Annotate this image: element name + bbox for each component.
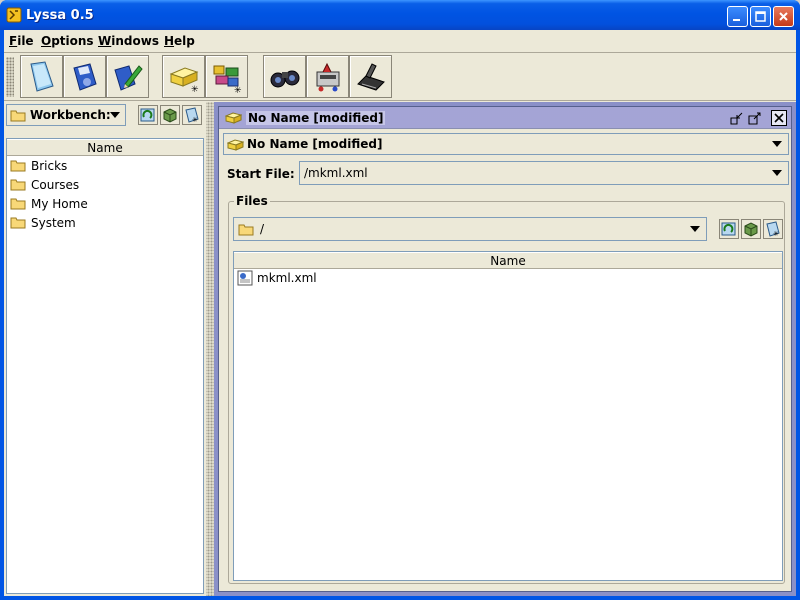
menu-file[interactable]: File xyxy=(9,34,34,48)
project-combo[interactable]: No Name [modified] xyxy=(223,133,789,155)
svg-text:✳: ✳ xyxy=(192,116,198,123)
save-disk-icon xyxy=(72,62,97,91)
files-list[interactable]: Name mkml.xml xyxy=(233,251,783,581)
menu-windows[interactable]: Windows xyxy=(98,34,159,48)
frame-close-button[interactable] xyxy=(771,110,787,126)
menu-bar: File Options Windows Help xyxy=(4,30,796,52)
scan-button[interactable] xyxy=(349,55,392,98)
xml-file-icon xyxy=(237,270,253,286)
split-pane-divider[interactable] xyxy=(206,102,214,596)
new-brick-button[interactable]: ✳ xyxy=(162,55,205,98)
minimize-button[interactable] xyxy=(727,6,748,27)
package-icon xyxy=(744,222,758,237)
chevron-down-icon xyxy=(772,170,782,176)
tree-item-label: Bricks xyxy=(31,158,68,173)
new-brick-icon: ✳ xyxy=(169,66,199,94)
file-name: mkml.xml xyxy=(257,271,317,285)
refresh-icon xyxy=(721,222,736,236)
edit-disk-icon xyxy=(113,64,143,91)
chevron-down-icon xyxy=(110,112,120,118)
brick-icon xyxy=(227,138,244,151)
path-combo[interactable]: / xyxy=(233,217,707,241)
folder-icon xyxy=(10,217,26,229)
refresh-button[interactable] xyxy=(138,105,158,125)
name-column-header[interactable]: Name xyxy=(7,139,203,156)
new-item-icon: ✳ xyxy=(766,221,780,237)
files-refresh-button[interactable] xyxy=(719,219,739,239)
tree-item-bricks[interactable]: Bricks xyxy=(7,156,203,175)
start-file-combo[interactable]: /mkml.xml xyxy=(299,161,789,185)
start-file-value: /mkml.xml xyxy=(304,166,368,180)
new-document-icon xyxy=(29,60,54,92)
tree-item-label: Courses xyxy=(31,177,80,192)
workbench-tree[interactable]: Name Bricks Courses My Home System xyxy=(6,138,204,594)
restore-button[interactable] xyxy=(747,110,763,126)
tree-item-my-home[interactable]: My Home xyxy=(7,194,203,213)
toolbar: ✳ ✳ xyxy=(4,53,796,101)
project-internal-frame: No Name [modified] No Name [modified] St… xyxy=(218,106,792,592)
refresh-icon xyxy=(140,108,155,122)
svg-text:✳: ✳ xyxy=(191,85,199,94)
folder-icon xyxy=(10,160,26,172)
folder-icon xyxy=(10,110,26,122)
save-button[interactable] xyxy=(63,55,106,98)
workbench-panel: Workbench: ✳ Name Bricks Courses My Home… xyxy=(4,102,206,596)
iconify-button[interactable] xyxy=(729,110,745,126)
find-binoculars-icon xyxy=(270,70,299,87)
build-button[interactable] xyxy=(306,55,349,98)
package-icon xyxy=(163,108,177,123)
internal-frame-title: No Name [modified] xyxy=(246,111,386,125)
internal-frame-title-bar[interactable]: No Name [modified] xyxy=(219,107,791,129)
chevron-down-icon xyxy=(772,141,782,147)
new-item-button[interactable]: ✳ xyxy=(182,105,202,125)
close-button[interactable] xyxy=(773,6,794,27)
files-package-button[interactable] xyxy=(741,219,761,239)
scanner-icon xyxy=(356,62,385,91)
find-button[interactable] xyxy=(263,55,306,98)
brick-icon xyxy=(225,112,242,124)
new-item-icon: ✳ xyxy=(185,107,199,123)
package-button[interactable] xyxy=(160,105,180,125)
lyssa-app-icon xyxy=(6,7,22,23)
files-new-button[interactable]: ✳ xyxy=(763,219,783,239)
start-file-label: Start File: xyxy=(227,167,295,181)
path-value: / xyxy=(260,222,265,236)
title-bar[interactable]: Lyssa 0.5 xyxy=(0,0,800,30)
workspace-label: Workbench: xyxy=(30,108,111,122)
files-group-title: Files xyxy=(234,194,270,208)
window-frame: Lyssa 0.5 File Options Windows Help ✳ ✳ … xyxy=(0,0,800,600)
tree-item-label: System xyxy=(31,215,76,230)
svg-text:✳: ✳ xyxy=(773,230,779,237)
close-icon xyxy=(774,113,784,123)
menu-help[interactable]: Help xyxy=(164,34,195,48)
tree-item-label: My Home xyxy=(31,196,88,211)
folder-icon xyxy=(10,179,26,191)
new-bricks-icon: ✳ xyxy=(213,65,242,94)
toolbar-grip[interactable] xyxy=(6,57,14,97)
maximize-button[interactable] xyxy=(750,6,771,27)
project-combo-value: No Name [modified] xyxy=(247,137,383,151)
svg-text:✳: ✳ xyxy=(234,86,242,94)
files-name-column-header[interactable]: Name xyxy=(234,252,782,269)
maximize-icon xyxy=(755,11,766,22)
minimize-icon xyxy=(733,19,740,21)
machine-icon xyxy=(316,62,339,91)
client-area: File Options Windows Help ✳ ✳ Workbench:… xyxy=(4,30,796,596)
window-title: Lyssa 0.5 xyxy=(26,8,94,23)
edit-button[interactable] xyxy=(106,55,149,98)
tree-item-system[interactable]: System xyxy=(7,213,203,232)
folder-icon xyxy=(238,224,254,235)
file-row[interactable]: mkml.xml xyxy=(234,269,782,287)
menu-options[interactable]: Options xyxy=(41,34,94,48)
desktop-pane: No Name [modified] No Name [modified] St… xyxy=(214,102,796,596)
new-document-button[interactable] xyxy=(20,55,63,98)
chevron-down-icon xyxy=(690,226,700,232)
close-icon xyxy=(779,12,788,21)
folder-icon xyxy=(10,198,26,210)
restore-icon xyxy=(748,112,761,125)
minimize-icon xyxy=(730,112,743,125)
tree-item-courses[interactable]: Courses xyxy=(7,175,203,194)
workspace-combo[interactable]: Workbench: xyxy=(6,104,126,126)
new-bricks-button[interactable]: ✳ xyxy=(205,55,248,98)
